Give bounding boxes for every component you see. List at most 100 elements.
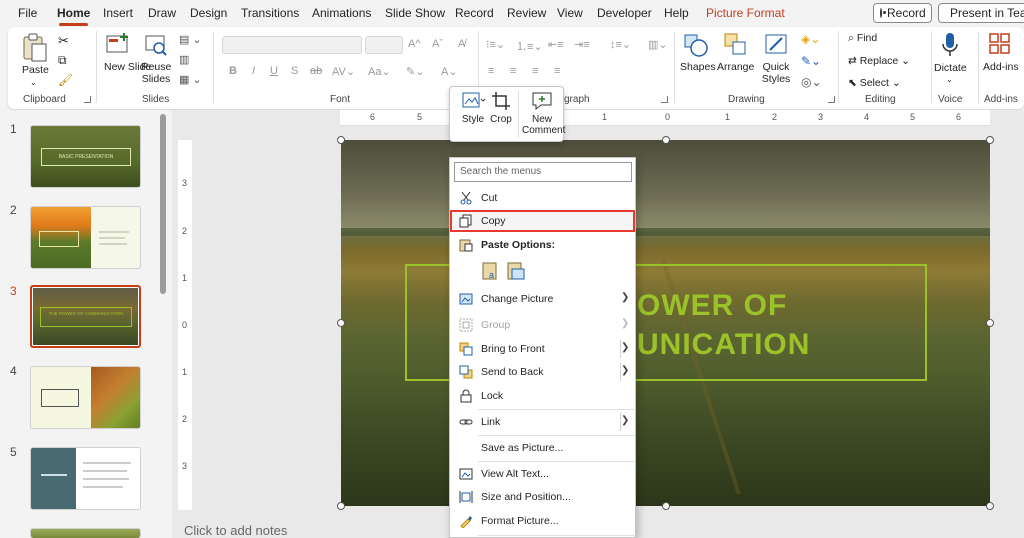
menu-item-copy[interactable]: Copy: [450, 210, 635, 232]
menu-item-change-picture[interactable]: Change Picture ❯: [450, 288, 635, 310]
bullets-icon[interactable]: ⁝≡⌄: [486, 38, 505, 51]
resize-handle-sw[interactable]: [337, 502, 345, 510]
paste-keep-text-icon[interactable]: a: [481, 259, 501, 281]
submenu-arrow-icon[interactable]: ❯: [621, 415, 629, 426]
notes-placeholder[interactable]: Click to add notes: [184, 523, 287, 538]
crop-button[interactable]: Crop: [488, 91, 514, 125]
menu-item-send-to-back[interactable]: Send to Back ❯: [450, 361, 635, 383]
quick-styles-icon[interactable]: [764, 32, 790, 61]
decrease-indent-icon[interactable]: ⇤≡: [548, 38, 564, 51]
new-comment-button[interactable]: New Comment: [522, 91, 565, 136]
slide-thumbnail-5[interactable]: [30, 447, 141, 510]
addins-button[interactable]: Add-ins: [983, 61, 1019, 73]
format-painter-icon[interactable]: 🖌: [58, 73, 73, 87]
tab-record[interactable]: Record: [455, 6, 494, 20]
clipboard-launcher-icon[interactable]: [84, 96, 91, 103]
menu-item-link[interactable]: Link ❯: [450, 411, 635, 433]
scissors-icon[interactable]: ✂: [58, 33, 69, 49]
microphone-icon[interactable]: [940, 31, 960, 62]
increase-indent-icon[interactable]: ⇥≡: [574, 38, 590, 51]
paste-icon[interactable]: [22, 33, 48, 66]
tab-home[interactable]: Home: [57, 6, 90, 26]
paste-picture-icon[interactable]: [506, 259, 526, 281]
justify-icon[interactable]: ≡: [554, 65, 560, 77]
tab-review[interactable]: Review: [507, 6, 546, 20]
menu-search-input[interactable]: Search the menus: [454, 162, 632, 182]
reset-icon[interactable]: ▥: [179, 53, 189, 66]
arrange-button[interactable]: Arrange: [717, 61, 754, 73]
tab-picture-format[interactable]: Picture Format: [706, 6, 785, 20]
arrange-icon[interactable]: [723, 32, 749, 61]
copy-icon[interactable]: ⧉: [58, 53, 67, 68]
shape-effects-icon[interactable]: ◎⌄: [801, 75, 822, 89]
resize-handle-nw[interactable]: [337, 136, 345, 144]
menu-item-size-and-position[interactable]: Size and Position...: [450, 486, 635, 508]
find-button[interactable]: ⌕ Find: [848, 32, 877, 44]
slide-thumbnail-4[interactable]: [30, 366, 141, 429]
tab-developer[interactable]: Developer: [597, 6, 652, 20]
thumbnails-scrollbar[interactable]: [160, 114, 166, 294]
align-center-icon[interactable]: ≡: [510, 65, 516, 77]
font-name-dropdown[interactable]: [222, 36, 362, 54]
tab-slide-show[interactable]: Slide Show: [385, 6, 445, 20]
new-slide-button[interactable]: New Slide: [104, 61, 151, 73]
style-button[interactable]: Style: [456, 91, 490, 125]
paste-dropdown-icon[interactable]: ⌄: [30, 77, 37, 89]
tab-help[interactable]: Help: [664, 6, 689, 20]
underline-icon[interactable]: U: [270, 65, 278, 77]
resize-handle-ne[interactable]: [986, 136, 994, 144]
font-color-icon[interactable]: A⌄: [441, 65, 458, 78]
columns-icon[interactable]: ▥⌄: [648, 38, 668, 51]
resize-handle-se[interactable]: [986, 502, 994, 510]
highlight-color-icon[interactable]: ✎⌄: [406, 65, 424, 78]
shape-fill-icon[interactable]: ◈⌄: [801, 32, 820, 46]
menu-item-bring-to-front[interactable]: Bring to Front ❯: [450, 338, 635, 360]
tab-insert[interactable]: Insert: [103, 6, 133, 20]
paragraph-launcher-icon[interactable]: [661, 96, 668, 103]
quick-styles-button[interactable]: Quick Styles: [758, 61, 794, 85]
character-spacing-icon[interactable]: AV⌄: [332, 65, 355, 78]
tab-animations[interactable]: Animations: [312, 6, 371, 20]
line-spacing-icon[interactable]: ↕≡⌄: [610, 38, 631, 51]
slide-thumbnail-3[interactable]: THE POWER OF COMMUNICATION: [30, 285, 141, 348]
decrease-font-icon[interactable]: Aˇ: [432, 38, 443, 50]
menu-item-format-picture[interactable]: Format Picture...: [450, 510, 635, 532]
tab-transitions[interactable]: Transitions: [241, 6, 299, 20]
tab-file[interactable]: File: [18, 6, 37, 20]
resize-handle-n[interactable]: [662, 136, 670, 144]
tab-view[interactable]: View: [557, 6, 583, 20]
shadow-icon[interactable]: S: [291, 65, 298, 77]
italic-icon[interactable]: I: [252, 65, 255, 77]
addins-icon[interactable]: [988, 32, 1012, 59]
replace-button[interactable]: ⇄ Replace ⌄: [848, 55, 910, 67]
bold-icon[interactable]: B: [229, 65, 237, 77]
select-button[interactable]: ⬉ Select ⌄: [848, 77, 901, 89]
menu-item-view-alt-text[interactable]: View Alt Text...: [450, 463, 635, 485]
slide-thumbnail-6[interactable]: [30, 528, 141, 538]
resize-handle-s[interactable]: [662, 502, 670, 510]
strikethrough-icon[interactable]: ab: [310, 65, 322, 77]
align-left-icon[interactable]: ≡: [488, 65, 494, 77]
slide-thumbnail-1[interactable]: BASIC PRESENTATION: [30, 125, 141, 188]
align-right-icon[interactable]: ≡: [532, 65, 538, 77]
resize-handle-w[interactable]: [337, 319, 345, 327]
shape-outline-icon[interactable]: ✎⌄: [801, 54, 821, 68]
increase-font-icon[interactable]: A^: [408, 38, 421, 50]
dictate-dropdown-icon[interactable]: ⌄: [946, 74, 953, 86]
section-icon[interactable]: ▦ ⌄: [179, 73, 202, 86]
tab-draw[interactable]: Draw: [148, 6, 176, 20]
resize-handle-e[interactable]: [986, 319, 994, 327]
submenu-arrow-icon[interactable]: ❯: [621, 365, 629, 376]
record-button[interactable]: Record: [873, 3, 932, 23]
shapes-icon[interactable]: [683, 32, 709, 61]
tab-design[interactable]: Design: [190, 6, 227, 20]
paste-button[interactable]: Paste: [22, 64, 49, 76]
numbering-icon[interactable]: ⒈≡⌄: [516, 38, 543, 54]
dictate-button[interactable]: Dictate: [934, 62, 967, 74]
font-size-dropdown[interactable]: [365, 36, 403, 54]
slide-thumbnail-2[interactable]: [30, 206, 141, 269]
new-slide-icon[interactable]: [105, 32, 131, 61]
menu-item-lock[interactable]: Lock: [450, 385, 635, 407]
drawing-launcher-icon[interactable]: [828, 96, 835, 103]
present-in-teams-button[interactable]: Present in Teams: [938, 3, 1024, 23]
